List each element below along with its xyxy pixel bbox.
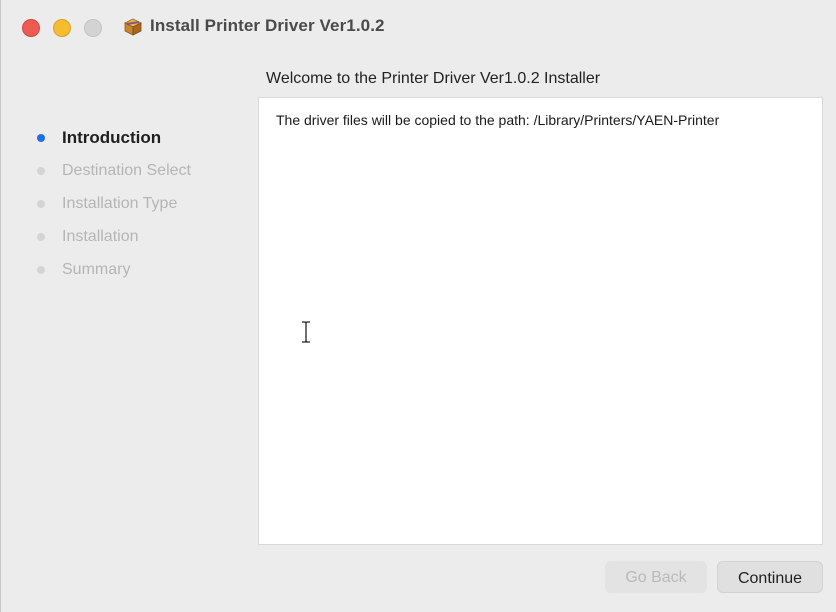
step-indicator-dot bbox=[37, 167, 45, 175]
step-label: Installation Type bbox=[62, 195, 178, 212]
continue-button[interactable]: Continue bbox=[717, 561, 823, 593]
body-text: The driver files will be copied to the p… bbox=[276, 112, 720, 128]
step-installation-type: Installation Type bbox=[37, 192, 191, 225]
step-indicator-dot bbox=[37, 134, 45, 142]
title-bar[interactable]: Install Printer Driver Ver1.0.2 bbox=[1, 0, 836, 54]
step-label: Summary bbox=[62, 261, 131, 278]
step-introduction: Introduction bbox=[37, 126, 191, 159]
step-indicator-dot bbox=[37, 266, 45, 274]
steps-sidebar: Introduction Destination Select Installa… bbox=[37, 126, 191, 291]
step-label: Installation bbox=[62, 228, 139, 245]
minimize-button[interactable] bbox=[53, 19, 71, 37]
go-back-button[interactable]: Go Back bbox=[605, 561, 707, 593]
window-title: Install Printer Driver Ver1.0.2 bbox=[150, 16, 385, 35]
step-summary: Summary bbox=[37, 258, 191, 291]
installer-window: Install Printer Driver Ver1.0.2 Welcome … bbox=[0, 0, 836, 612]
step-destination-select: Destination Select bbox=[37, 159, 191, 192]
step-indicator-dot bbox=[37, 233, 45, 241]
text-cursor-icon bbox=[302, 321, 310, 343]
step-indicator-dot bbox=[37, 200, 45, 208]
page-heading: Welcome to the Printer Driver Ver1.0.2 I… bbox=[266, 70, 601, 87]
zoom-button[interactable] bbox=[84, 19, 102, 37]
step-installation: Installation bbox=[37, 225, 191, 258]
step-label: Destination Select bbox=[62, 162, 191, 179]
close-button[interactable] bbox=[22, 19, 40, 37]
package-icon bbox=[124, 18, 142, 36]
step-label: Introduction bbox=[62, 128, 162, 147]
content-panel[interactable]: The driver files will be copied to the p… bbox=[258, 97, 823, 545]
